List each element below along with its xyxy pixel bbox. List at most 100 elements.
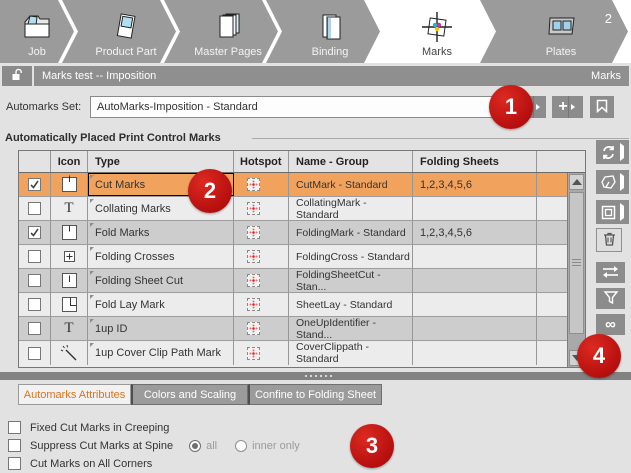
suppress-cut-marks-checkbox[interactable]	[8, 439, 21, 452]
frame-icon	[596, 200, 620, 224]
save-automarks-set-button[interactable]	[590, 96, 614, 118]
edit-mark-shape-button[interactable]	[596, 170, 629, 194]
row-checkbox[interactable]	[28, 274, 41, 287]
new-mark-frame-button[interactable]	[596, 200, 629, 224]
table-row-folding-sheet-cut[interactable]: Folding Sheet Cut FoldingSheetCut - Stan…	[19, 269, 585, 293]
option-suppress-cut-marks: Suppress Cut Marks at Spine all inner on…	[8, 439, 318, 452]
filter-marks-button[interactable]	[596, 288, 625, 309]
marks-register-icon	[420, 8, 454, 46]
header-folding-sheets: Folding Sheets	[413, 151, 537, 172]
swap-marks-button[interactable]	[596, 262, 625, 283]
table-row-fold-lay-mark[interactable]: Fold Lay Mark SheetLay - Standard	[19, 293, 585, 317]
refresh-dropdown-arrow[interactable]	[620, 143, 624, 161]
table-row-collating-marks[interactable]: T Collating Marks CollatingMark - Standa…	[19, 197, 585, 221]
annotation-badge-4: 4	[577, 334, 621, 378]
scrollbar-thumb[interactable]	[569, 192, 584, 334]
table-row-1up-cover-clip-path[interactable]: 1up Cover Clip Path Mark CoverClippath -…	[19, 341, 585, 365]
radio-all[interactable]	[189, 439, 202, 452]
name-group-cell: OneUpIdentifier - Stand...	[289, 317, 413, 340]
master-pages-icon	[211, 8, 245, 46]
folding-sheets-cell	[413, 245, 537, 268]
filter-icon	[603, 290, 619, 308]
tab-label: Marks	[422, 46, 452, 58]
add-set-icon: +	[558, 98, 568, 115]
hotspot-icon[interactable]	[247, 298, 260, 311]
name-group-cell: SheetLay - Standard	[289, 293, 413, 316]
automarks-set-field[interactable]: AutoMarks-Imposition - Standard	[90, 96, 506, 118]
row-checkbox[interactable]	[28, 298, 41, 311]
row-checkbox[interactable]	[28, 202, 41, 215]
row-checkbox[interactable]	[28, 250, 41, 263]
tab-confine-to-folding-sheet[interactable]: Confine to Folding Sheet	[248, 384, 382, 405]
table-row-fold-marks[interactable]: Fold Marks FoldingMark - Standard 1,2,3,…	[19, 221, 585, 245]
type-cell[interactable]: 1up Cover Clip Path Mark	[88, 341, 234, 365]
fold-lay-icon	[59, 294, 80, 315]
scroll-up-button[interactable]	[569, 174, 584, 190]
type-cell[interactable]: Folding Sheet Cut	[88, 269, 234, 292]
table-row-cut-marks[interactable]: Cut Marks CutMark - Standard 1,2,3,4,5,6	[19, 173, 585, 197]
hotspot-icon[interactable]	[247, 202, 260, 215]
type-cell[interactable]: Fold Marks	[88, 221, 234, 244]
hotspot-icon[interactable]	[247, 178, 260, 191]
header-filler	[537, 151, 579, 172]
delete-mark-button[interactable]	[596, 228, 622, 252]
hotspot-icon[interactable]	[247, 250, 260, 263]
fixed-cut-marks-checkbox[interactable]	[8, 421, 21, 434]
type-cell[interactable]: 1up ID	[88, 317, 234, 340]
add-automarks-set-button[interactable]: +	[552, 96, 583, 118]
tab-label: Confine to Folding Sheet	[254, 388, 377, 401]
automarks-set-label: Automarks Set:	[6, 101, 82, 113]
tab-marks[interactable]: Marks	[368, 0, 492, 63]
radio-inner-only[interactable]	[235, 439, 248, 452]
type-cell[interactable]: Folding Crosses	[88, 245, 234, 268]
mark-shape-dropdown-arrow[interactable]	[620, 173, 624, 191]
row-checkbox[interactable]	[28, 346, 41, 360]
unlimited-marks-button[interactable]: ∞	[596, 314, 625, 335]
tab-label: Colors and Scaling	[143, 388, 237, 401]
type-cell[interactable]: Fold Lay Mark	[88, 293, 234, 316]
job-folder-icon	[21, 8, 53, 46]
row-checkbox[interactable]	[28, 322, 41, 335]
add-set-dropdown-arrow[interactable]	[567, 96, 577, 118]
lock-button[interactable]	[2, 66, 32, 86]
tab-colors-and-scaling[interactable]: Colors and Scaling	[131, 384, 248, 405]
table-header-row: Icon Type Hotspot Name - Group Folding S…	[19, 151, 585, 173]
tab-plates[interactable]: Plates 2	[480, 0, 628, 63]
folding-sheets-cell	[413, 293, 537, 316]
hotspot-icon[interactable]	[247, 346, 260, 360]
table-row-1up-id[interactable]: T 1up ID OneUpIdentifier - Stand...	[19, 317, 585, 341]
tab-job[interactable]: Job	[0, 0, 74, 63]
tab-binding[interactable]: Binding	[266, 0, 380, 63]
clip-path-icon	[59, 343, 80, 364]
fold-mark-icon	[59, 222, 80, 243]
name-group-cell: CoverClippath - Standard	[289, 341, 413, 365]
table-row-folding-crosses[interactable]: Folding Crosses FoldingCross - Standard	[19, 245, 585, 269]
folding-sheets-cell	[413, 317, 537, 340]
tab-product-part[interactable]: Product Part	[62, 0, 176, 63]
hotspot-icon[interactable]	[247, 322, 260, 335]
choose-set-dropdown-arrow[interactable]	[532, 96, 542, 118]
tab-label: Job	[28, 46, 46, 58]
hotspot-icon[interactable]	[247, 274, 260, 287]
plates-count-badge: 2	[604, 11, 612, 26]
row-checkbox-checked[interactable]	[28, 226, 41, 239]
refresh-marks-button[interactable]	[596, 140, 629, 164]
frame-dropdown-arrow[interactable]	[620, 203, 624, 221]
tab-master-pages[interactable]: Master Pages	[164, 0, 278, 63]
marks-section-title: Automatically Placed Print Control Marks	[5, 132, 221, 144]
annotation-badge-1: 1	[489, 85, 533, 129]
option-fixed-cut-marks: Fixed Cut Marks in Creeping	[8, 421, 169, 434]
panel-splitter[interactable]	[0, 372, 631, 380]
tab-label: Master Pages	[194, 46, 262, 58]
folding-sheets-cell	[413, 197, 537, 220]
all-corners-checkbox[interactable]	[8, 457, 21, 470]
save-set-icon	[595, 99, 609, 116]
folding-sheets-cell	[413, 341, 537, 365]
row-checkbox-checked[interactable]	[28, 178, 41, 191]
automarks-set-value: AutoMarks-Imposition - Standard	[97, 101, 258, 113]
table-vertical-scrollbar[interactable]	[567, 173, 585, 367]
name-group-cell: FoldingMark - Standard	[289, 221, 413, 244]
tab-automarks-attributes[interactable]: Automarks Attributes	[18, 384, 131, 405]
radio-all-label: all	[206, 439, 218, 452]
hotspot-icon[interactable]	[247, 226, 260, 239]
